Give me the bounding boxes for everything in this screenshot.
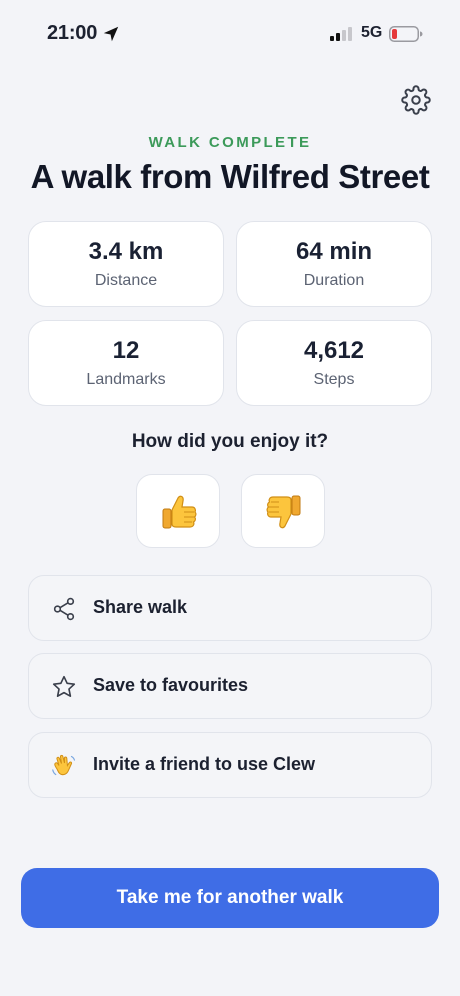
share-icon [53,597,75,621]
save-to-favourites-button[interactable]: Save to favourites [28,653,432,719]
location-arrow-icon [103,26,119,42]
action-label: Invite a friend to use Clew [93,754,316,774]
status-time: 21:00 [47,22,98,44]
star-icon [52,675,76,698]
stat-card-steps: 4,612 Steps [236,320,432,406]
gear-icon[interactable] [401,85,431,115]
stat-value: 64 min [295,238,373,265]
thumbs-down-button[interactable] [241,474,325,548]
stat-value: 4,612 [303,337,365,364]
feedback-question: How did you enjoy it? [131,431,329,452]
thumbs-up-button[interactable] [136,474,220,548]
action-label: Share walk [93,597,188,617]
another-walk-button[interactable]: Take me for another walk [21,868,439,928]
action-label: Save to favourites [93,675,249,695]
thumbs-down-icon [266,495,301,529]
share-walk-button[interactable]: Share walk [28,575,432,641]
cellular-signal-icon [330,27,352,41]
stat-card-landmarks: 12 Landmarks [28,320,224,406]
stat-label: Steps [313,371,355,388]
walk-complete-label: WALK COMPLETE [148,134,312,151]
stat-card-duration: 64 min Duration [236,221,432,307]
stat-card-distance: 3.4 km Distance [28,221,224,307]
status-bar: 21:00 5G [0,0,460,68]
stat-value: 12 [112,337,140,364]
waving-hand-icon [52,754,75,776]
page-title: A walk from Wilfred Street [30,158,430,195]
network-type: 5G [361,24,383,41]
stat-value: 3.4 km [88,238,164,265]
thumbs-up-icon [162,495,197,529]
stat-label: Landmarks [86,371,166,388]
stat-label: Duration [303,272,365,289]
invite-friend-button[interactable]: Invite a friend to use Clew [28,732,432,798]
battery-icon [389,26,423,42]
stat-label: Distance [94,272,158,289]
